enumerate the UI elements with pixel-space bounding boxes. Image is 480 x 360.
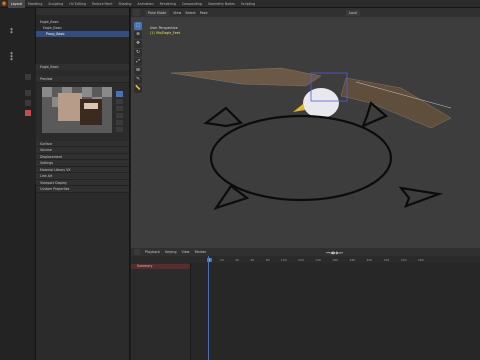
timeline-menu[interactable]: Marker	[195, 250, 207, 254]
preview-sphere	[58, 92, 82, 121]
outliner: Eagle_Basic Eagle_Basic Proxy_Basic	[36, 8, 130, 64]
workspace-tabs-bar: ◉ Layout Modeling Sculpting UV Editing Textu…	[0, 0, 480, 8]
ruler-tick-label: 120	[298, 257, 304, 262]
workspace-tab[interactable]: Modeling	[25, 0, 46, 8]
ruler-tick-label: 100	[280, 257, 287, 262]
eagle-right-wing	[340, 77, 452, 129]
material-preview	[36, 82, 129, 137]
editor-type-icon[interactable]	[133, 9, 140, 16]
tool-shelf: ⬚ ⊕ ✥ ↻ ⤢ ⊞ ✎ 📏	[134, 22, 143, 134]
properties-tab-strip	[20, 64, 36, 184]
workspace-tab[interactable]: Geometry Nodes	[205, 0, 238, 8]
workspace-tab[interactable]: Texture Paint	[89, 0, 116, 8]
material-panels: Surface Volume Displacement Settings Materia…	[36, 140, 129, 193]
workspace-tab[interactable]: Rendering	[157, 0, 179, 8]
ruler-tick-label: 40	[235, 257, 240, 262]
eye-icon[interactable]: ◉	[10, 57, 14, 61]
visibility-toggles: ◉ ◉ ◉ ◉ ◉	[10, 27, 14, 61]
jump-end-icon[interactable]: ⏭	[339, 250, 343, 255]
annotate-icon[interactable]: ✎	[134, 76, 142, 84]
measure-icon[interactable]: 📏	[134, 85, 142, 93]
workspace-tab[interactable]: Shading	[115, 0, 134, 8]
output-props-icon[interactable]	[25, 90, 31, 96]
blender-logo-icon[interactable]: ◉	[0, 0, 8, 8]
timeline-menu[interactable]: Playback	[145, 250, 160, 254]
viewport-menus: View Select Pose	[169, 11, 207, 15]
preview-type-sphere-button	[116, 90, 123, 97]
properties-editor: Eagle_Basic Preview Surface Volume Displac…	[36, 64, 130, 360]
select-icon[interactable]: ⬚	[134, 22, 142, 30]
preview-label: Preview	[40, 77, 53, 81]
workspace-tab[interactable]: Animation	[134, 0, 156, 8]
timeline-menu[interactable]: Keying	[165, 250, 176, 254]
viewport-overlay-subtitle: (1) Vfx/Eagle_Feet	[150, 31, 181, 35]
playhead-line	[208, 256, 209, 360]
eye-icon[interactable]: ◉	[10, 30, 14, 34]
viewport-header: Pose Mode View Select Pose Local	[131, 8, 480, 17]
material-props-icon[interactable]	[25, 110, 31, 116]
3d-viewport[interactable]	[131, 8, 480, 248]
workspace-tab[interactable]: Sculpting	[45, 0, 66, 8]
timeline-menu[interactable]: View	[182, 250, 190, 254]
workspace-tab[interactable]: UV Editing	[66, 0, 89, 8]
workspace-tab[interactable]: Compositing	[179, 0, 205, 8]
ruler-tick-label: 240	[400, 257, 407, 262]
viewport-menu[interactable]: Select	[185, 11, 195, 15]
rotate-icon[interactable]: ↻	[134, 49, 142, 57]
move-icon[interactable]: ✥	[134, 40, 142, 48]
ruler-tick-label: 160	[332, 257, 339, 262]
viewport-scene	[131, 67, 480, 234]
workspace-tab[interactable]: Layout	[8, 0, 25, 8]
cursor-icon[interactable]: ⊕	[134, 31, 142, 39]
timeline-menus: Playback Keying View Marker	[140, 250, 206, 254]
ruler-tick-label: 140	[315, 257, 321, 262]
viewport-menu[interactable]: Pose	[200, 11, 208, 15]
timeline-header: Playback Keying View Marker ⏮ ◀ ▶ ▶ ⏭	[131, 248, 480, 256]
ruler-tick-label: 20	[220, 257, 224, 262]
ruler-tick-label: 180	[349, 257, 356, 262]
transform-orientation[interactable]: Local	[345, 9, 360, 16]
root-control-widget	[203, 101, 444, 211]
preview-render	[42, 86, 123, 133]
summary-channel[interactable]: Summary	[131, 264, 190, 269]
ruler-tick-label: 220	[383, 257, 390, 262]
material-slot[interactable]: Eagle_Basic	[36, 64, 129, 70]
ruler-ticks: 20 40 60 80 100 120 140 160 180 200 220 240 260	[220, 258, 424, 262]
ruler-tick-label: 80	[265, 257, 270, 262]
viewport-menu[interactable]: View	[173, 11, 181, 15]
ruler-tick-label: 200	[366, 257, 373, 262]
eagle-left-wing	[170, 67, 322, 87]
transform-icon[interactable]: ⊞	[134, 67, 142, 75]
outliner-row[interactable]: Proxy_Basic	[36, 31, 129, 37]
material-name: Eagle_Basic	[40, 65, 59, 69]
scene-props-icon[interactable]	[25, 100, 31, 106]
outliner-tree: Eagle_Basic Eagle_Basic Proxy_Basic	[36, 15, 129, 37]
preview-cube	[80, 98, 102, 125]
left-sidebar: ◉ ◉ ◉ ◉ ◉	[0, 8, 36, 360]
eagle-head	[303, 88, 339, 118]
viewport-overlay-title: User Perspective	[150, 26, 178, 30]
scale-icon[interactable]: ⤢	[134, 58, 142, 66]
timeline-channels: Summary	[131, 263, 191, 360]
render-props-icon[interactable]	[25, 74, 31, 80]
eagle-beak	[293, 104, 305, 112]
playback-controls: ⏮ ◀ ▶ ▶ ⏭	[326, 250, 342, 255]
outliner-header	[36, 8, 129, 15]
workspace-tabs: Layout Modeling Sculpting UV Editing Texture…	[8, 0, 258, 8]
workspace-tab[interactable]: Scripting	[238, 0, 258, 8]
ruler-tick-label: 60	[250, 257, 255, 262]
property-panel-header[interactable]: Custom Properties	[36, 186, 129, 193]
ruler-tick-label: 260	[417, 257, 424, 262]
timeline-ruler[interactable]: 1 20 40 60 80 100 120 140 160 180 200 220 240 260	[131, 256, 480, 263]
mode-selector[interactable]: Pose Mode	[145, 9, 170, 16]
